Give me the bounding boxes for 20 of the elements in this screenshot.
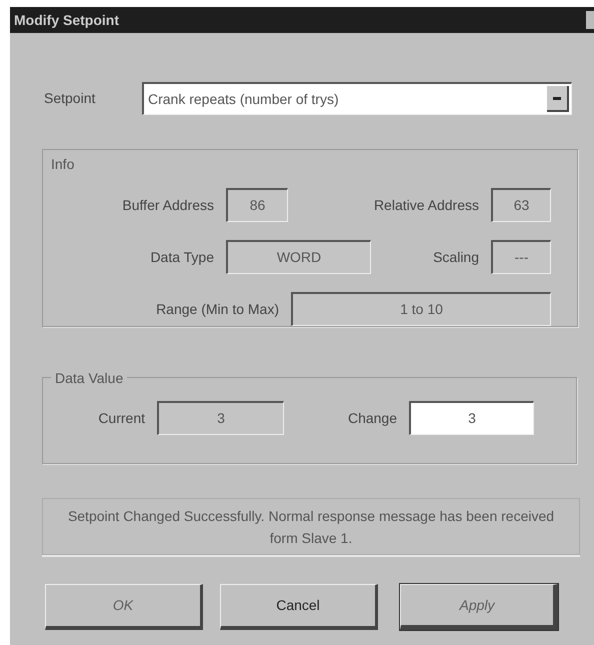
field-label: Range (Min to Max): [155, 300, 280, 319]
readonly-field: 63: [491, 188, 551, 222]
field-label: Data Type: [149, 248, 215, 267]
field-label: Buffer Address: [121, 196, 215, 214]
group-title: Info: [51, 155, 76, 174]
field-label: Current: [97, 408, 146, 428]
readonly-field: WORD: [226, 240, 371, 274]
status-message: Setpoint Changed Successfully. Normal response message has been received form Slave 1.: [42, 498, 580, 555]
field-label: Relative Address: [372, 196, 480, 214]
setpoint-dropdown[interactable]: Crank repeats (number of trys): [142, 82, 572, 115]
field-label: Change: [346, 408, 398, 428]
field-label: Scaling: [432, 248, 480, 267]
dialog-button[interactable]: Cancel: [220, 584, 378, 630]
readonly-field: 1 to 10: [291, 292, 551, 326]
readonly-field: 3: [157, 401, 284, 435]
window-title: Modify Setpoint: [14, 10, 119, 30]
readonly-field: 86: [226, 188, 288, 222]
setpoint-label: Setpoint: [44, 89, 96, 108]
input-field[interactable]: 3: [409, 401, 534, 435]
readonly-field: ---: [491, 240, 551, 274]
